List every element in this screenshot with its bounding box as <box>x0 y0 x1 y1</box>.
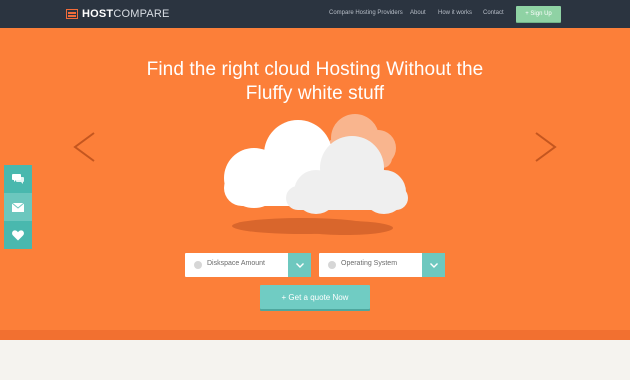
nav-link-about[interactable]: About <box>410 10 426 16</box>
logo-text-light: COMPARE <box>113 8 170 20</box>
diskspace-select-label: Diskspace Amount <box>207 260 265 267</box>
hero-bottom-band <box>0 330 630 340</box>
logo-text-strong: HOST <box>82 8 114 20</box>
navbar: HOSTCOMPARE Compare Hosting Providers Ab… <box>0 0 630 28</box>
carousel-next-arrow[interactable] <box>532 132 558 162</box>
clouds-illustration <box>224 114 408 235</box>
logo-icon <box>66 9 78 19</box>
operating-system-select[interactable]: Operating System <box>319 253 445 277</box>
nav-link-compare-hosting-providers[interactable]: Compare Hosting Providers <box>329 10 403 16</box>
hero-headline: Find the right cloud Hosting Without the… <box>115 58 515 106</box>
logo-text: HOSTCOMPARE <box>82 8 170 20</box>
carousel-prev-arrow[interactable] <box>72 132 98 162</box>
mail-icon <box>12 202 24 212</box>
nav-link-contact[interactable]: Contact <box>483 10 504 16</box>
diskspace-select[interactable]: Diskspace Amount <box>185 253 311 277</box>
operating-system-select-label: Operating System <box>341 260 398 267</box>
radio-dot-icon <box>328 261 336 269</box>
heart-button[interactable] <box>4 221 32 249</box>
headline-line-2: Fluffy white stuff <box>245 83 385 104</box>
heart-icon <box>12 229 24 240</box>
chevron-left-icon <box>73 132 95 162</box>
chat-icon <box>12 174 24 184</box>
chat-button[interactable] <box>4 165 32 193</box>
diskspace-dropdown-toggle[interactable] <box>288 253 311 277</box>
chevron-down-icon <box>429 262 438 268</box>
mail-button[interactable] <box>4 193 32 221</box>
chevron-down-icon <box>295 262 304 268</box>
headline-line-1: Find the right cloud Hosting Without the <box>146 59 484 80</box>
radio-dot-icon <box>194 261 202 269</box>
chevron-right-icon <box>535 132 557 162</box>
get-quote-button[interactable]: + Get a quote Now <box>260 285 370 309</box>
cloud-shadow-2 <box>297 221 393 235</box>
operating-system-dropdown-toggle[interactable] <box>422 253 445 277</box>
nav-link-how-it-works[interactable]: How it works <box>438 10 472 16</box>
side-social-bar <box>4 165 32 249</box>
sign-up-button[interactable]: + Sign Up <box>516 6 561 22</box>
logo[interactable]: HOSTCOMPARE <box>66 8 170 20</box>
